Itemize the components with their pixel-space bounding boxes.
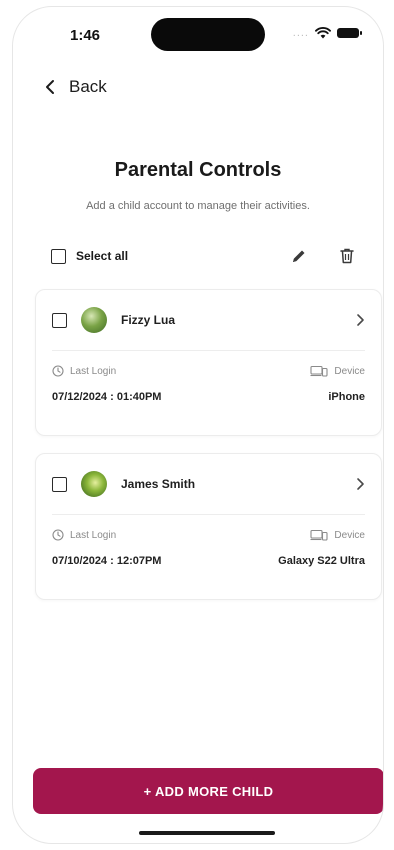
device-label-text: Device [334, 365, 365, 377]
child-card-header: Fizzy Lua [36, 290, 381, 350]
last-login-value: 07/12/2024 : 01:40PM [52, 391, 162, 403]
select-all-label: Select all [76, 249, 129, 263]
clock-icon [52, 365, 64, 377]
device-label-text: Device [334, 529, 365, 541]
child-card-info: Last Login Device 07/12/2024 : 01:40PM i… [36, 351, 381, 435]
wifi-icon [315, 27, 331, 39]
last-login-label-text: Last Login [70, 529, 117, 541]
child-card-info: Last Login Device 07/10/2024 : 12:07PM G… [36, 515, 381, 599]
open-child-button[interactable] [356, 313, 365, 327]
status-time: 1:46 [70, 27, 101, 44]
avatar [81, 307, 107, 333]
open-child-button[interactable] [356, 477, 365, 491]
add-child-button[interactable]: + ADD MORE CHILD [33, 768, 383, 814]
chevron-right-icon [357, 478, 364, 490]
device-value: Galaxy S22 Ultra [278, 555, 365, 567]
pencil-icon [293, 250, 305, 262]
device-label: Device [310, 529, 365, 541]
delete-button[interactable] [337, 246, 357, 266]
child-card[interactable]: Fizzy Lua Last Login Device 07/12/2024:… [35, 289, 382, 436]
select-all-checkbox[interactable] [51, 248, 66, 264]
page-subtitle: Add a child account to manage their acti… [86, 200, 310, 212]
device-label: Device [310, 365, 365, 377]
toolbar-actions [289, 246, 357, 266]
last-login-value: 07/10/2024 : 12:07PM [52, 555, 162, 567]
child-name: Fizzy Lua [121, 313, 176, 327]
page-title: Parental Controls [114, 159, 282, 181]
last-login-label-text: Last Login [70, 365, 117, 377]
child-card-header: James Smith [36, 454, 381, 514]
chevron-left-icon [46, 80, 54, 94]
select-all-row: Select all [51, 243, 357, 269]
clock-icon [52, 529, 64, 541]
devices-icon [310, 365, 328, 377]
child-card[interactable]: James Smith Last Login Device 07/10/2024… [35, 453, 382, 600]
battery-icon [337, 28, 362, 38]
edit-button[interactable] [289, 246, 309, 266]
status-icons: .... [292, 27, 362, 39]
dynamic-island [151, 18, 265, 51]
child-checkbox[interactable] [52, 476, 67, 492]
signal-icon: .... [292, 27, 309, 39]
devices-icon [310, 529, 328, 541]
device-value: iPhone [328, 391, 365, 403]
phone-frame: 1:46 .... Back Parental Controls Add a c… [12, 6, 384, 844]
trash-icon [340, 248, 354, 264]
last-login-label: Last Login [52, 529, 116, 541]
last-login-label: Last Login [52, 365, 116, 377]
back-label: Back [69, 77, 107, 96]
child-name: James Smith [121, 477, 196, 491]
home-indicator [139, 831, 275, 835]
back-button[interactable]: Back [45, 77, 107, 97]
chevron-right-icon [357, 314, 364, 326]
child-checkbox[interactable] [52, 312, 67, 328]
avatar [81, 471, 107, 497]
